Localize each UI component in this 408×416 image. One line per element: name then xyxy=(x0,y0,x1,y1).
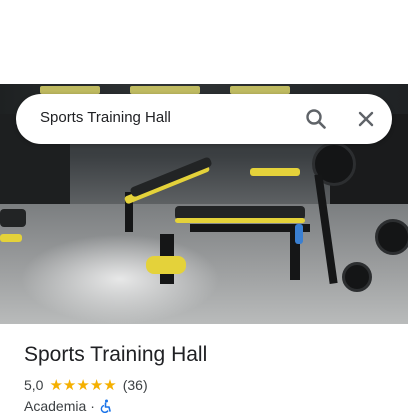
star-icon: ★ xyxy=(76,376,90,394)
wheelchair-accessible-icon xyxy=(99,399,113,414)
photo-weight-plate xyxy=(342,262,372,292)
photo-bench-pad xyxy=(129,156,213,198)
photo-bench-trim xyxy=(250,168,300,176)
separator-dot: · xyxy=(90,398,95,414)
star-icon: ★ xyxy=(103,376,117,394)
star-rating: ★ ★ ★ ★ ★ xyxy=(49,378,116,393)
photo-step-box xyxy=(0,209,26,227)
photo-glare xyxy=(20,234,220,324)
close-icon[interactable] xyxy=(352,105,380,133)
photo-bench-trim xyxy=(175,218,305,223)
photo-light xyxy=(130,86,200,94)
review-count[interactable]: (36) xyxy=(123,377,148,393)
rating-value: 5,0 xyxy=(24,377,44,393)
search-input[interactable]: Sports Training Hall xyxy=(40,109,171,126)
star-icon: ★ xyxy=(62,376,77,394)
top-blank-area xyxy=(0,0,408,84)
photo-weight-plate xyxy=(375,219,408,255)
search-bar[interactable]: Sports Training Hall xyxy=(16,94,392,144)
photo-step-trim xyxy=(0,234,22,242)
photo-light xyxy=(40,86,100,94)
place-title: Sports Training Hall xyxy=(24,343,208,366)
search-icon[interactable] xyxy=(302,105,330,133)
star-icon: ★ xyxy=(49,376,63,394)
photo-light xyxy=(230,86,290,94)
place-category: Academia xyxy=(24,398,87,414)
rating-row[interactable]: 5,0 ★ ★ ★ ★ ★ (36) xyxy=(24,376,148,394)
photo-roller-pad xyxy=(146,256,186,274)
photo-water-bottle xyxy=(295,224,303,244)
category-row: Academia · xyxy=(24,398,113,414)
star-icon: ★ xyxy=(89,376,104,394)
